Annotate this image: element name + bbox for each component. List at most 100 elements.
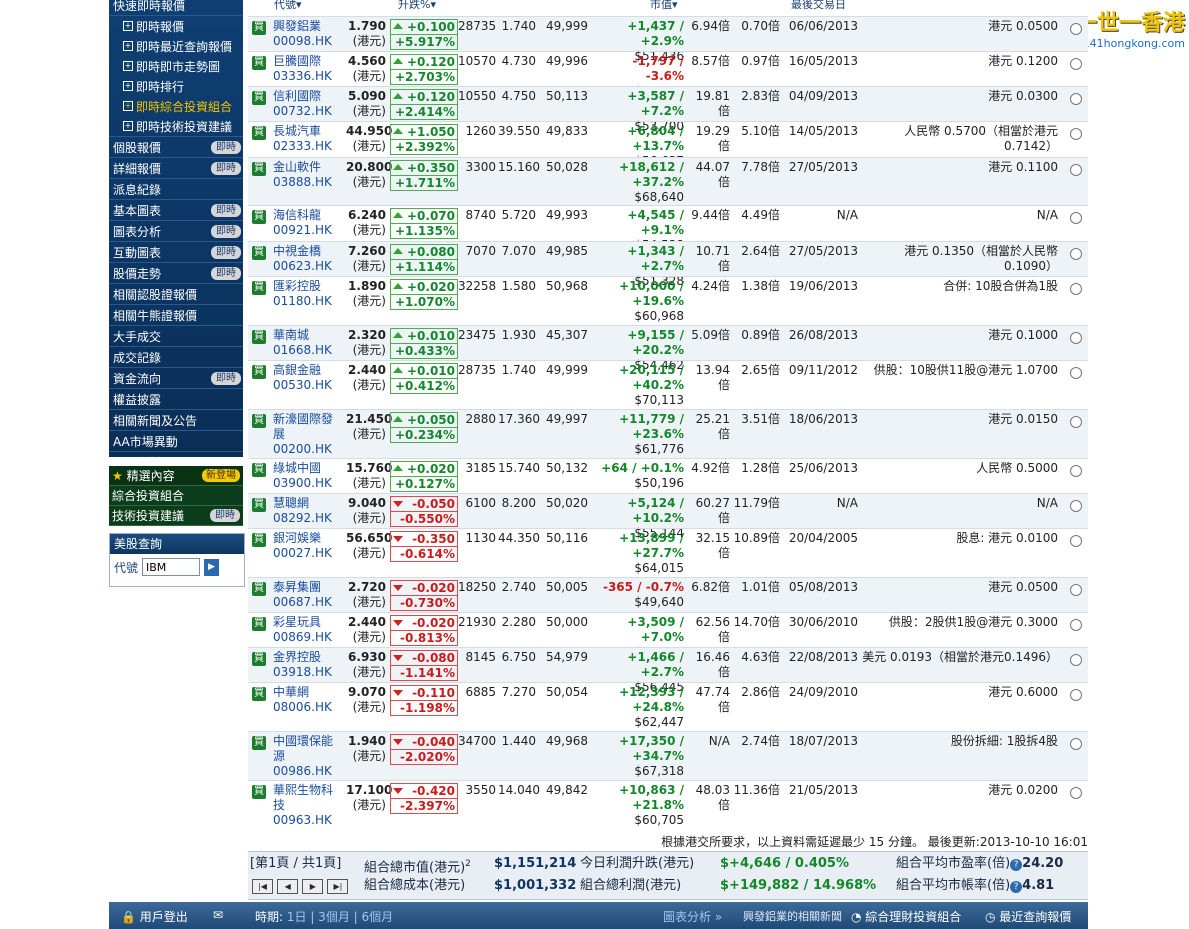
nav-sub-item[interactable]: + 即時技術投資建議 — [109, 116, 243, 136]
select-radio[interactable] — [1070, 619, 1082, 631]
nav-item[interactable]: 權益披露 — [109, 388, 243, 409]
buy-button[interactable]: 買 — [252, 617, 266, 631]
select-radio[interactable] — [1070, 500, 1082, 512]
stock-name[interactable]: 海信科龍 00921.HK — [273, 208, 339, 238]
selected-item[interactable]: 技術投資建議 即時 — [109, 506, 243, 526]
nav-item[interactable]: 相關牛熊證報價 — [109, 304, 243, 325]
nav-item[interactable]: 成交記錄 — [109, 346, 243, 367]
nav-item[interactable]: 個股報價 即時 — [109, 136, 243, 157]
buy-button[interactable]: 買 — [252, 330, 266, 344]
recent-quotes-link[interactable]: ◷ 最近查詢報價 — [985, 908, 1071, 925]
stock-name[interactable]: 慧聰網 08292.HK — [273, 496, 339, 526]
buy-button[interactable]: 買 — [252, 21, 266, 35]
last-page-icon[interactable]: ▶| — [327, 879, 349, 894]
selected-item[interactable]: 綜合投資組合 — [109, 486, 243, 506]
buy-button[interactable]: 買 — [252, 533, 266, 547]
stock-name[interactable]: 彩星玩具 00869.HK — [273, 615, 339, 645]
go-arrow-icon[interactable]: ▶ — [204, 558, 220, 576]
nav-item[interactable]: 基本圖表 即時 — [109, 199, 243, 220]
buy-button[interactable]: 買 — [252, 736, 266, 750]
select-radio[interactable] — [1070, 367, 1082, 379]
select-radio[interactable] — [1070, 787, 1082, 799]
buy-button[interactable]: 買 — [252, 498, 266, 512]
select-radio[interactable] — [1070, 128, 1082, 140]
nav-item[interactable]: 互動圖表 即時 — [109, 241, 243, 262]
stock-name[interactable]: 華南城 01668.HK — [273, 328, 339, 358]
stock-name[interactable]: 華熙生物科技 00963.HK — [273, 783, 339, 828]
buy-button[interactable]: 買 — [252, 56, 266, 70]
buy-button[interactable]: 買 — [252, 785, 266, 799]
next-page-icon[interactable]: ▶ — [302, 879, 324, 894]
nav-sub-item[interactable]: + 即時最近查詢報價 — [109, 36, 243, 56]
nav-item[interactable]: 資金流向 即時 — [109, 367, 243, 388]
select-radio[interactable] — [1070, 465, 1082, 477]
select-radio[interactable] — [1070, 332, 1082, 344]
select-radio[interactable] — [1070, 212, 1082, 224]
stock-name[interactable]: 長城汽車 02333.HK — [273, 124, 339, 154]
stock-name[interactable]: 高銀金融 00530.HK — [273, 363, 339, 393]
help-icon[interactable]: ? — [1010, 881, 1023, 893]
buy-button[interactable]: 買 — [252, 652, 266, 666]
stock-name[interactable]: 興發鋁業 00098.HK — [273, 19, 339, 49]
buy-button[interactable]: 買 — [252, 210, 266, 224]
stock-name[interactable]: 泰昇集團 00687.HK — [273, 580, 339, 610]
nav-sub-item[interactable]: + 即時排行 — [109, 76, 243, 96]
chart-analysis-link[interactable]: 圖表分析 » — [663, 908, 722, 925]
buy-button[interactable]: 買 — [252, 281, 266, 295]
related-news-link[interactable]: 興發鋁業的相關新聞 — [743, 908, 842, 924]
nav-sub-item[interactable]: + 即時報價 — [109, 16, 243, 36]
select-radio[interactable] — [1070, 283, 1082, 295]
buy-button[interactable]: 買 — [252, 365, 266, 379]
buy-button[interactable]: 買 — [252, 414, 266, 428]
nav-item[interactable]: 詳細報價 即時 — [109, 157, 243, 178]
nav-sub-item[interactable]: + 即時即市走勢圖 — [109, 56, 243, 76]
stock-name[interactable]: 銀河娛樂 00027.HK — [273, 531, 339, 561]
stock-name[interactable]: 金界控股 03918.HK — [273, 650, 339, 680]
select-radio[interactable] — [1070, 164, 1082, 176]
nav-item[interactable]: 大手成交 — [109, 325, 243, 346]
stock-name[interactable]: 綠城中國 03900.HK — [273, 461, 339, 491]
select-radio[interactable] — [1070, 93, 1082, 105]
first-page-icon[interactable]: |◀ — [252, 879, 273, 894]
stock-name[interactable]: 中視金橋 00623.HK — [273, 244, 339, 274]
buy-button[interactable]: 買 — [252, 126, 266, 140]
col-change[interactable]: 升跌%▾ — [398, 0, 436, 12]
select-radio[interactable] — [1070, 535, 1082, 547]
col-code[interactable]: 代號▾ — [274, 0, 302, 12]
logout-button[interactable]: 🔒 用戶登出 — [121, 908, 188, 925]
nav-item[interactable]: 股價走勢 即時 — [109, 262, 243, 283]
buy-button[interactable]: 買 — [252, 91, 266, 105]
select-radio[interactable] — [1070, 23, 1082, 35]
us-search-input[interactable] — [142, 558, 201, 576]
buy-button[interactable]: 買 — [252, 687, 266, 701]
select-radio[interactable] — [1070, 416, 1082, 428]
nav-item[interactable]: 圖表分析 即時 — [109, 220, 243, 241]
nav-item[interactable]: 相關新聞及公告 — [109, 409, 243, 430]
stock-name[interactable]: 新濠國際發展 00200.HK — [273, 412, 339, 457]
stock-name[interactable]: 金山軟件 03888.HK — [273, 160, 339, 190]
buy-button[interactable]: 買 — [252, 162, 266, 176]
nav-item[interactable]: 相關認股證報價 — [109, 283, 243, 304]
nav-item[interactable]: 派息紀錄 — [109, 178, 243, 199]
mail-icon[interactable]: ✉ — [213, 908, 223, 922]
select-radio[interactable] — [1070, 58, 1082, 70]
portfolio-link[interactable]: ◔ 綜合理財投資組合 — [851, 908, 961, 925]
buy-button[interactable]: 買 — [252, 463, 266, 477]
buy-button[interactable]: 買 — [252, 246, 266, 260]
stock-name[interactable]: 匯彩控股 01180.HK — [273, 279, 339, 309]
buy-button[interactable]: 買 — [252, 582, 266, 596]
selected-content-header[interactable]: ★ 精選內容 新登場 — [109, 466, 243, 486]
stock-name[interactable]: 中華網 08006.HK — [273, 685, 339, 715]
select-radio[interactable] — [1070, 584, 1082, 596]
stock-name[interactable]: 中國環保能源 00986.HK — [273, 734, 339, 779]
period-selector[interactable]: 時期: 1日 | 3個月 | 6個月 — [255, 908, 393, 925]
stock-name[interactable]: 信利國際 00732.HK — [273, 89, 339, 119]
nav-item[interactable]: AA市場異動 — [109, 430, 243, 451]
help-icon[interactable]: ? — [1010, 859, 1023, 871]
col-market-value[interactable]: 市值▾ — [650, 0, 678, 12]
prev-page-icon[interactable]: ◀ — [277, 879, 299, 894]
select-radio[interactable] — [1070, 738, 1082, 750]
select-radio[interactable] — [1070, 689, 1082, 701]
stock-name[interactable]: 巨騰國際 03336.HK — [273, 54, 339, 84]
nav-sub-item[interactable]: + 即時綜合投資組合 — [109, 96, 243, 116]
